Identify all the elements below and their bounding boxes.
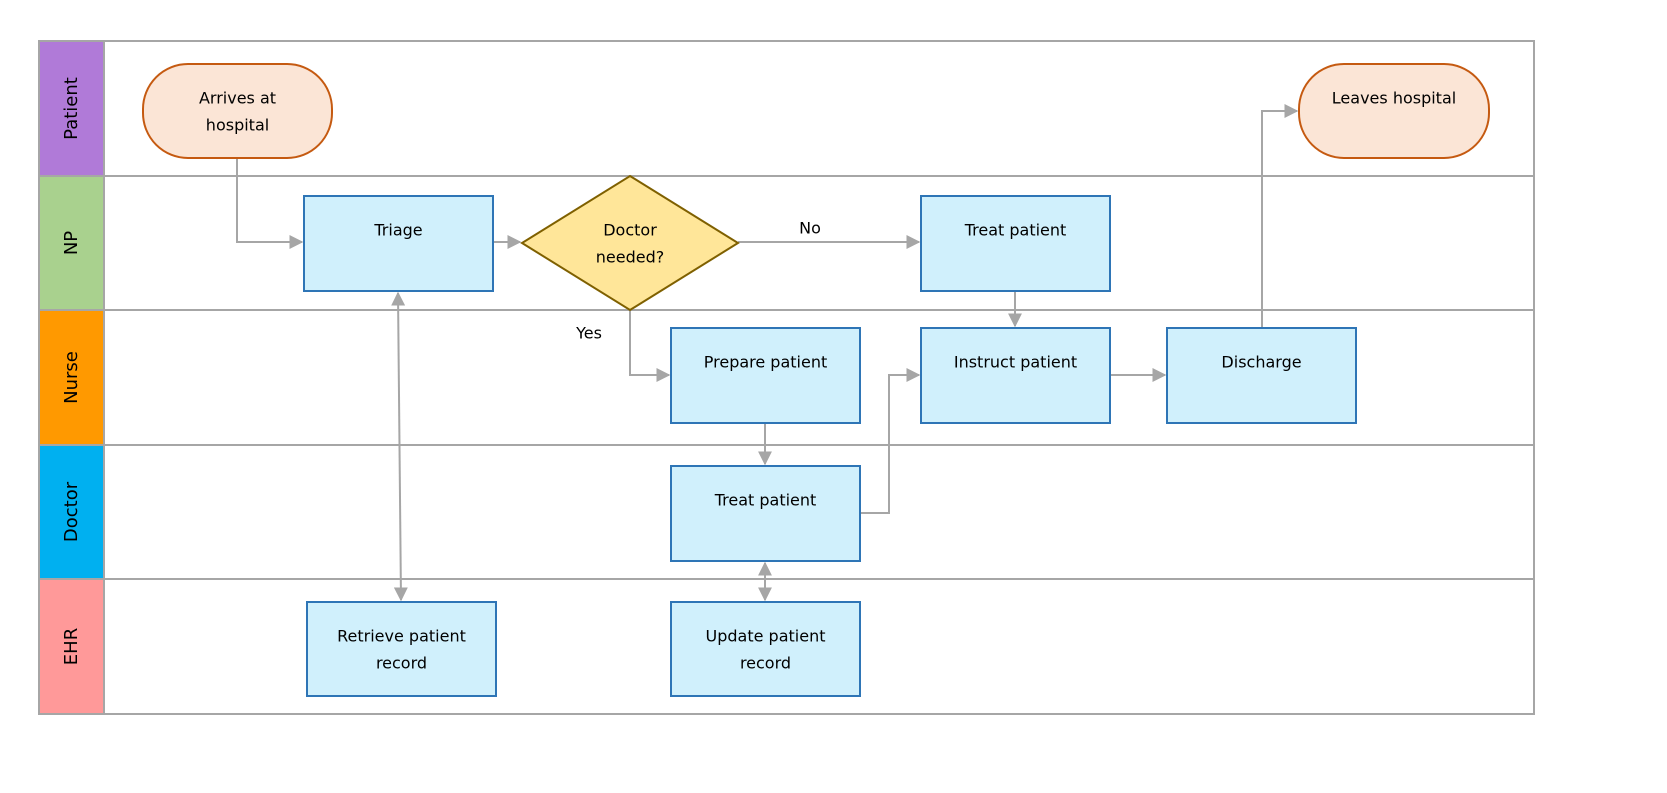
lane-label: EHR: [61, 628, 82, 665]
node-label: Treat patient: [964, 221, 1067, 240]
process-shape: [1166, 327, 1357, 424]
node-np-treat[interactable]: Treat patient: [920, 195, 1111, 292]
node-label: Triage: [373, 221, 422, 240]
lane-label: Patient: [61, 77, 82, 140]
node-retrieve[interactable]: Retrieve patient record: [306, 601, 497, 697]
swimlane-diagram: Patient NP Nurse Doctor EHR Arrives at hospit…: [38, 40, 1535, 715]
process-shape: [920, 195, 1111, 292]
node-label: record: [740, 654, 791, 673]
node-update[interactable]: Update patient record: [670, 601, 861, 697]
lane-label: Doctor: [61, 481, 82, 542]
node-label: needed?: [596, 248, 664, 267]
node-instruct[interactable]: Instruct patient: [920, 327, 1111, 424]
lane-label: Nurse: [61, 351, 82, 404]
process-shape: [303, 195, 494, 292]
node-label: Doctor: [603, 221, 657, 240]
node-label: Update patient: [706, 627, 826, 646]
node-label: record: [376, 654, 427, 673]
node-triage[interactable]: Triage: [303, 195, 494, 292]
node-doc-treat[interactable]: Treat patient: [670, 465, 861, 562]
node-label: Arrives at: [199, 89, 276, 108]
terminator-shape: [1298, 63, 1490, 159]
terminator-shape: [142, 63, 333, 159]
node-label: hospital: [206, 116, 269, 135]
node-discharge[interactable]: Discharge: [1166, 327, 1357, 424]
process-shape: [670, 327, 861, 424]
node-arrives[interactable]: Arrives at hospital: [142, 63, 333, 159]
node-prepare[interactable]: Prepare patient: [670, 327, 861, 424]
node-label: Treat patient: [714, 491, 817, 510]
process-shape: [306, 601, 497, 697]
process-shape: [920, 327, 1111, 424]
node-label: Retrieve patient: [337, 627, 466, 646]
node-leaves[interactable]: Leaves hospital: [1298, 63, 1490, 159]
node-label: Prepare patient: [704, 353, 828, 372]
process-shape: [670, 601, 861, 697]
process-shape: [670, 465, 861, 562]
node-label: Instruct patient: [954, 353, 1077, 372]
node-label: Discharge: [1221, 353, 1301, 372]
lane-label: NP: [61, 231, 82, 255]
edge-label-no: No: [799, 219, 821, 238]
edge-label-yes: Yes: [575, 324, 602, 343]
node-label: Leaves hospital: [1332, 89, 1456, 108]
